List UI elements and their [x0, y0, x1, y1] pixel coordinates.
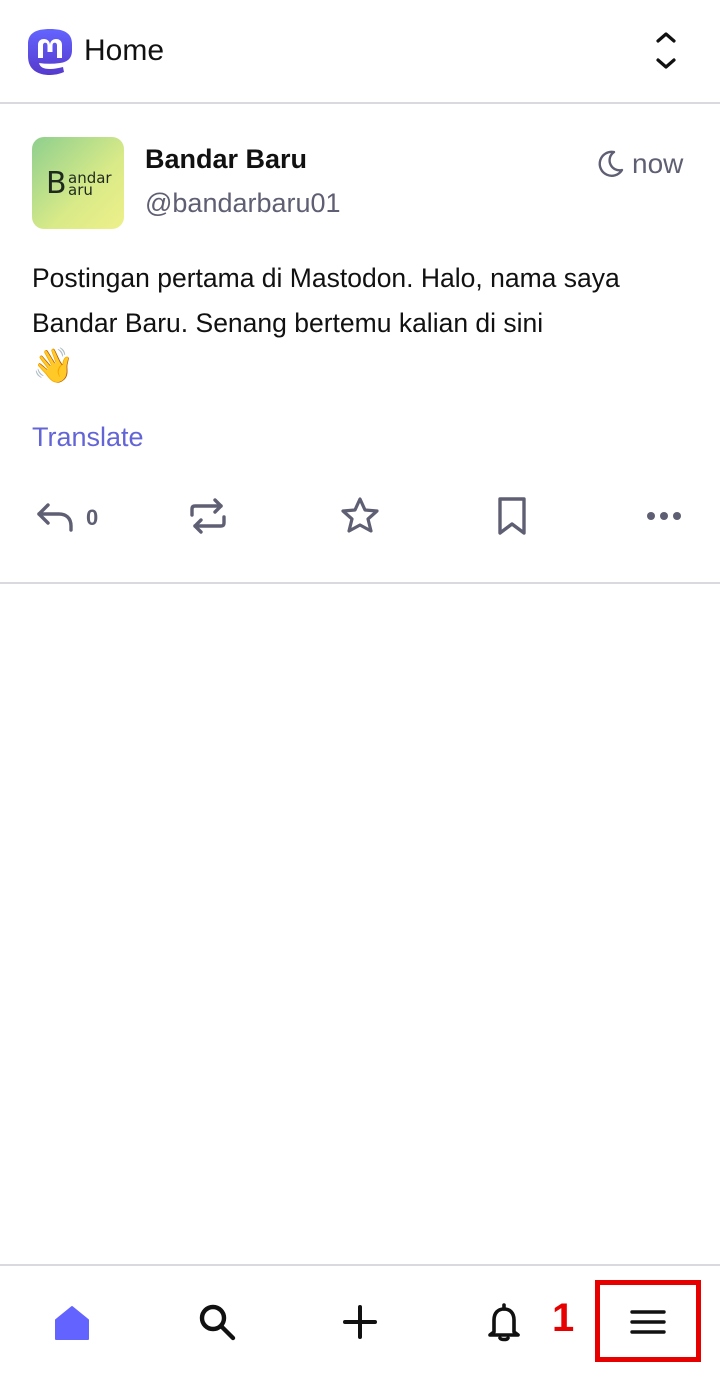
favourite-button[interactable] — [340, 496, 380, 540]
account-handle[interactable]: @bandarbaru01 — [145, 188, 341, 219]
top-bar: Home — [0, 0, 720, 104]
reply-button[interactable]: 0 — [34, 496, 98, 540]
reply-count: 0 — [86, 505, 99, 530]
reply-icon — [34, 496, 74, 541]
translate-link[interactable]: Translate — [32, 422, 144, 453]
svg-text:aru: aru — [68, 181, 93, 199]
post-timestamp[interactable]: now — [632, 148, 683, 180]
bookmark-icon — [492, 496, 532, 541]
more-icon — [644, 496, 684, 541]
moon-icon — [594, 148, 626, 180]
bookmark-button[interactable] — [492, 496, 532, 540]
status-post[interactable]: B andar aru Bandar Baru @bandarbaru01 no… — [0, 106, 720, 584]
search-icon[interactable] — [195, 1300, 239, 1344]
star-icon — [340, 496, 380, 541]
display-name[interactable]: Bandar Baru — [145, 144, 307, 175]
annotation-number: 1 — [552, 1296, 575, 1340]
svg-text:B: B — [46, 166, 67, 201]
boost-icon — [188, 496, 228, 541]
home-icon[interactable] — [50, 1300, 94, 1344]
mastodon-logo-icon[interactable] — [26, 28, 74, 78]
post-text: Postingan pertama di Mastodon. Halo, nam… — [32, 263, 620, 338]
bottom-navigation: 1 — [0, 1264, 720, 1373]
post-content: Postingan pertama di Mastodon. Halo, nam… — [32, 256, 692, 391]
compose-icon[interactable] — [338, 1300, 382, 1344]
waving-hand-emoji: 👋 — [32, 347, 75, 385]
chevron-up-down-icon[interactable] — [648, 30, 684, 74]
boost-button[interactable] — [188, 496, 228, 540]
more-options-button[interactable] — [644, 496, 684, 540]
page-title: Home — [84, 34, 165, 67]
bell-icon[interactable] — [482, 1300, 526, 1344]
avatar[interactable]: B andar aru — [32, 137, 124, 229]
menu-icon[interactable] — [626, 1300, 670, 1344]
